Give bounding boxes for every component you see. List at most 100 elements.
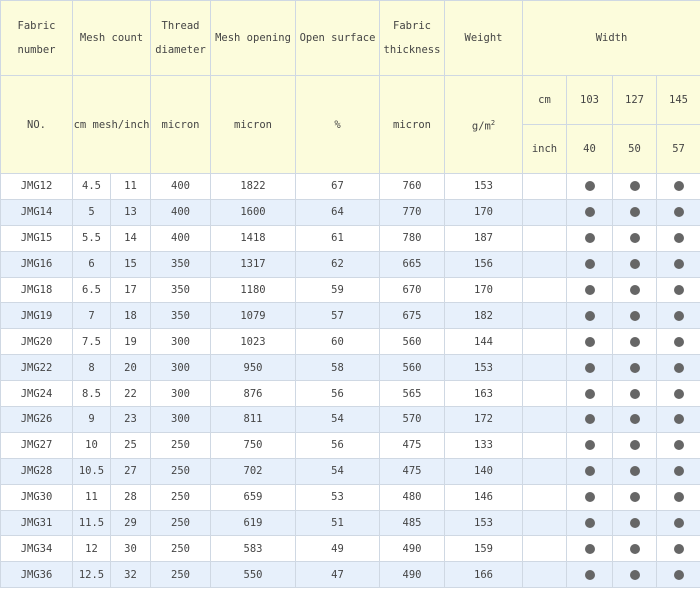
cell-mesh-inch: 17 bbox=[110, 276, 151, 304]
width-unit-inch: inch bbox=[522, 124, 567, 174]
cell-thread-diameter: 350 bbox=[150, 302, 211, 330]
width-unit-cm: cm bbox=[522, 75, 567, 125]
cell-weight: 187 bbox=[444, 224, 523, 252]
cell-fabric-thickness: 675 bbox=[379, 302, 445, 330]
cell-mesh-cm: 9 bbox=[72, 406, 111, 433]
cell-fabric-number: JMG19 bbox=[0, 302, 73, 330]
cell-open-surface: 67 bbox=[295, 173, 380, 200]
cell-mesh-opening: 702 bbox=[210, 457, 296, 485]
cell-thread-diameter: 350 bbox=[150, 250, 211, 278]
filled-circle-icon bbox=[584, 181, 595, 192]
cell-width-availability bbox=[566, 380, 613, 408]
filled-circle-icon bbox=[584, 518, 595, 529]
header-row-titles: Fabric number Mesh count Thread diameter… bbox=[0, 0, 700, 76]
cell-width-unit-blank bbox=[522, 457, 567, 485]
filled-circle-icon bbox=[584, 388, 595, 399]
table-row: JMG30 11 28 250 659 53 480 146 bbox=[0, 483, 700, 511]
cell-mesh-cm: 8.5 bbox=[72, 380, 111, 408]
cell-mesh-cm: 10 bbox=[72, 431, 111, 459]
cell-open-surface: 60 bbox=[295, 328, 380, 356]
cell-mesh-cm: 12 bbox=[72, 535, 111, 563]
cell-weight: 153 bbox=[444, 509, 523, 537]
cell-mesh-opening: 1317 bbox=[210, 250, 296, 278]
cell-open-surface: 56 bbox=[295, 431, 380, 459]
cell-open-surface: 64 bbox=[295, 198, 380, 226]
header-mesh-count: Mesh count bbox=[72, 0, 151, 76]
table-row: JMG34 12 30 250 583 49 490 159 bbox=[0, 535, 700, 563]
cell-mesh-inch: 14 bbox=[110, 224, 151, 252]
table-row: JMG16 6 15 350 1317 62 665 156 bbox=[0, 250, 700, 278]
filled-circle-icon bbox=[629, 181, 640, 192]
cell-width-availability bbox=[612, 380, 657, 408]
cell-mesh-opening: 1023 bbox=[210, 328, 296, 356]
cell-mesh-cm: 7 bbox=[72, 302, 111, 330]
cell-fabric-number: JMG12 bbox=[0, 173, 73, 200]
cell-width-unit-blank bbox=[522, 380, 567, 408]
cell-mesh-cm: 7.5 bbox=[72, 328, 111, 356]
cell-width-availability bbox=[655, 276, 700, 304]
cell-open-surface: 58 bbox=[295, 354, 380, 382]
unit-fabric-thickness: micron bbox=[379, 75, 445, 174]
cell-width-availability bbox=[566, 457, 613, 485]
cell-mesh-inch: 29 bbox=[110, 509, 151, 537]
cell-mesh-opening: 1418 bbox=[210, 224, 296, 252]
cell-width-availability bbox=[612, 328, 657, 356]
filled-circle-icon bbox=[629, 207, 640, 218]
cell-width-unit-blank bbox=[522, 250, 567, 278]
cell-mesh-inch: 19 bbox=[110, 328, 151, 356]
cell-mesh-inch: 27 bbox=[110, 457, 151, 485]
header-open-surface: Open surface bbox=[295, 0, 380, 76]
cell-mesh-opening: 1600 bbox=[210, 198, 296, 226]
table-row: JMG31 11.5 29 250 619 51 485 153 bbox=[0, 509, 700, 537]
cell-width-unit-blank bbox=[522, 431, 567, 459]
width-cm-103: 103 bbox=[566, 75, 613, 125]
cell-mesh-cm: 5.5 bbox=[72, 224, 111, 252]
cell-width-availability bbox=[566, 302, 613, 330]
cell-thread-diameter: 250 bbox=[150, 509, 211, 537]
table-row: JMG28 10.5 27 250 702 54 475 140 bbox=[0, 457, 700, 485]
cell-weight: 166 bbox=[444, 561, 523, 589]
cell-width-availability bbox=[566, 483, 613, 511]
table-row: JMG19 7 18 350 1079 57 675 182 bbox=[0, 302, 700, 330]
cell-mesh-cm: 6.5 bbox=[72, 276, 111, 304]
filled-circle-icon bbox=[673, 181, 684, 192]
cell-mesh-opening: 659 bbox=[210, 483, 296, 511]
filled-circle-icon bbox=[673, 518, 684, 529]
filled-circle-icon bbox=[584, 414, 595, 425]
cell-mesh-inch: 28 bbox=[110, 483, 151, 511]
table-row: JMG24 8.5 22 300 876 56 565 163 bbox=[0, 380, 700, 408]
cell-open-surface: 47 bbox=[295, 561, 380, 589]
filled-circle-icon bbox=[584, 362, 595, 373]
filled-circle-icon bbox=[673, 285, 684, 295]
cell-mesh-inch: 13 bbox=[110, 198, 151, 226]
cell-weight: 153 bbox=[444, 354, 523, 382]
cell-thread-diameter: 300 bbox=[150, 328, 211, 356]
table-row: JMG14 5 13 400 1600 64 770 170 bbox=[0, 198, 700, 226]
cell-thread-diameter: 250 bbox=[150, 457, 211, 485]
cell-fabric-number: JMG18 bbox=[0, 276, 73, 304]
table-row: JMG27 10 25 250 750 56 475 133 bbox=[0, 431, 700, 459]
cell-open-surface: 54 bbox=[295, 457, 380, 485]
cell-weight: 153 bbox=[444, 173, 523, 200]
cell-mesh-cm: 4.5 bbox=[72, 173, 111, 200]
cell-width-availability bbox=[612, 224, 657, 252]
cell-fabric-number: JMG30 bbox=[0, 483, 73, 511]
cell-mesh-inch: 32 bbox=[110, 561, 151, 589]
cell-fabric-number: JMG20 bbox=[0, 328, 73, 356]
cell-width-availability bbox=[655, 406, 700, 433]
unit-open-surface: % bbox=[295, 75, 380, 174]
cell-width-availability bbox=[612, 250, 657, 278]
cell-thread-diameter: 350 bbox=[150, 276, 211, 304]
filled-circle-icon bbox=[629, 440, 640, 451]
cell-width-availability bbox=[655, 354, 700, 382]
cell-open-surface: 51 bbox=[295, 509, 380, 537]
cell-width-availability bbox=[655, 457, 700, 485]
cell-width-unit-blank bbox=[522, 561, 567, 589]
cell-width-availability bbox=[612, 354, 657, 382]
cell-width-availability bbox=[655, 535, 700, 563]
cell-fabric-number: JMG14 bbox=[0, 198, 73, 226]
cell-width-availability bbox=[566, 328, 613, 356]
cell-fabric-number: JMG27 bbox=[0, 431, 73, 459]
cell-mesh-cm: 12.5 bbox=[72, 561, 111, 589]
cell-mesh-opening: 583 bbox=[210, 535, 296, 563]
